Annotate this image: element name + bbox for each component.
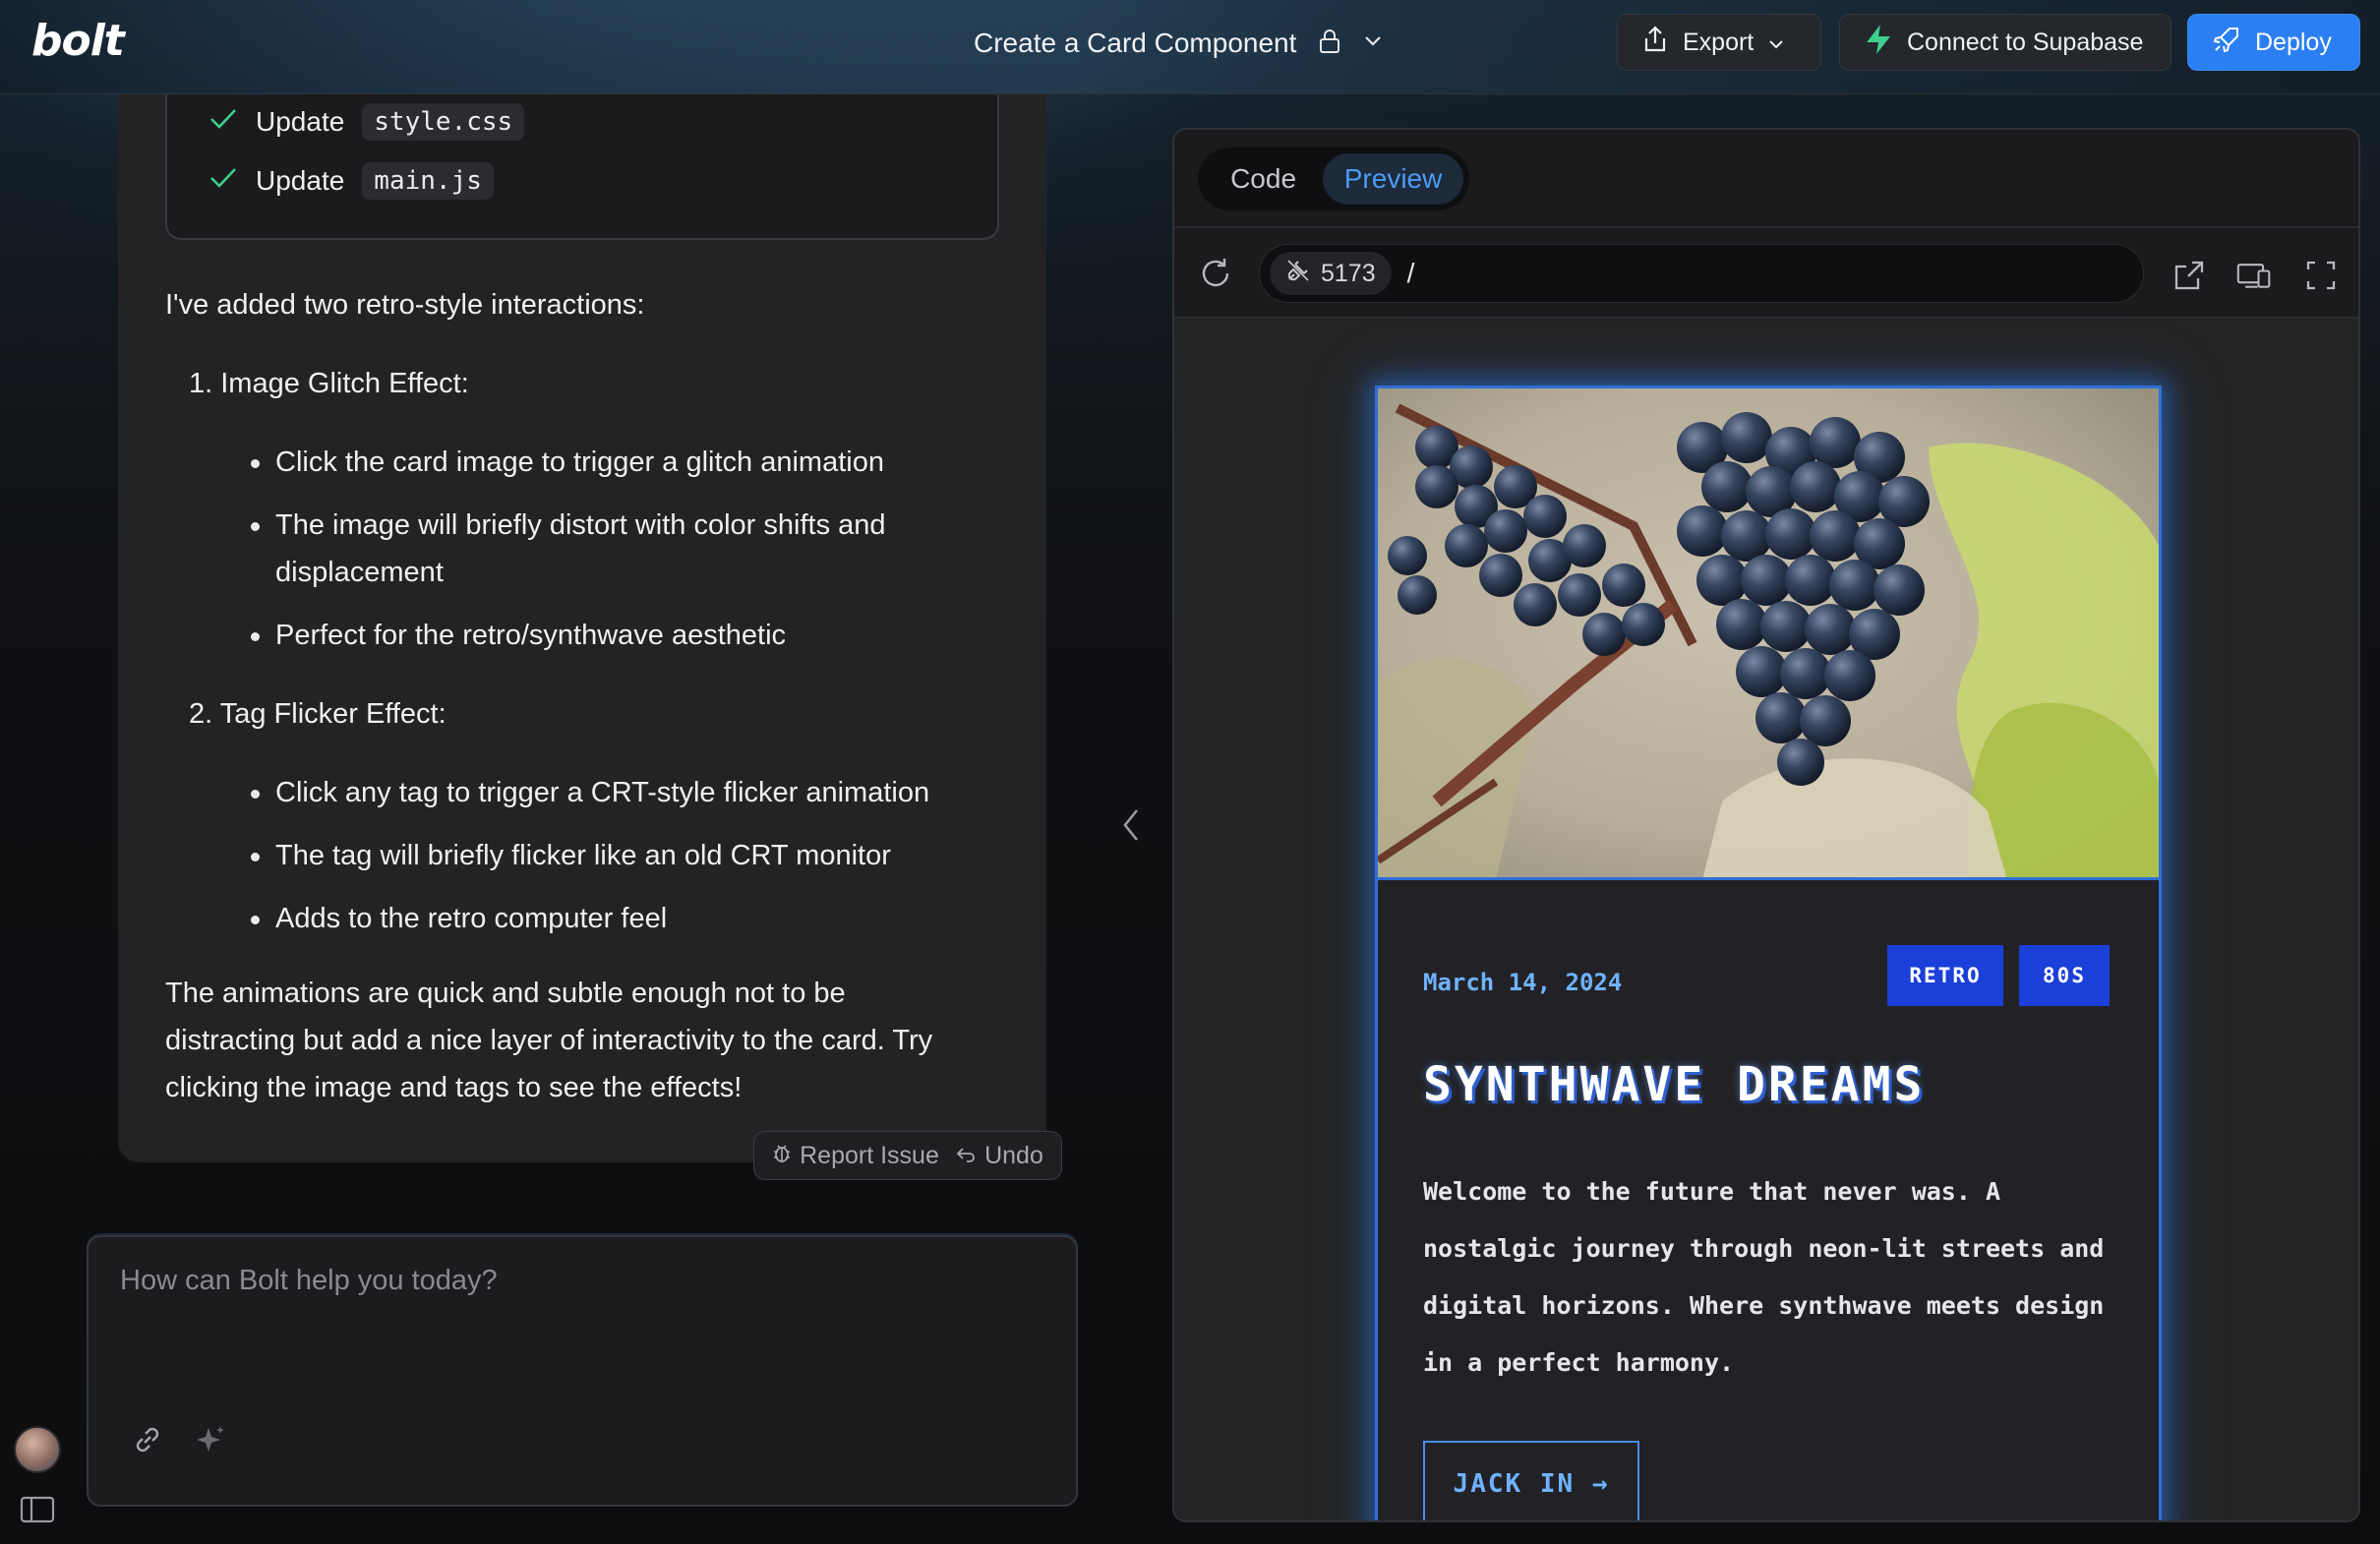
grape-photo [1378,388,2159,877]
supabase-label: Connect to Supabase [1907,28,2144,56]
report-issue-label: Report Issue [800,1141,939,1169]
prompt-box [87,1235,1078,1507]
list-item: Adds to the retro computer feel [251,895,1023,942]
message-closing: The animations are quick and subtle enou… [165,978,933,1103]
workbench-panel: Code Preview 5173 / March 14, 2024 RETRO… [1172,128,2360,1522]
fullscreen-icon[interactable] [2303,258,2339,293]
share-icon [1641,25,1669,61]
undo-icon [955,1142,977,1170]
chevron-down-icon [1767,29,1785,57]
export-button[interactable]: Export [1617,14,1821,71]
preview-toolbar: 5173 / [1174,228,2358,319]
url-path[interactable]: / [1407,258,1415,289]
view-switcher: Code Preview [1198,148,1469,210]
jack-in-button[interactable]: JACK IN → [1423,1441,1639,1520]
list-item: Click the card image to trigger a glitch… [251,439,1023,486]
chevron-down-icon[interactable] [1363,34,1383,53]
supabase-bolt-icon [1864,24,1893,62]
sparkle-enhance-icon[interactable] [191,1420,230,1459]
undo-label: Undo [984,1141,1043,1169]
section-heading: 2. Tag Flicker Effect: [189,698,446,730]
file-update-row: Update style.css [208,100,525,144]
bolt-logo[interactable]: bolt [31,16,125,66]
file-update-verb: Update [256,106,345,137]
bullet-list: Click any tag to trigger a CRT-style fli… [251,769,1023,942]
undo-button[interactable]: Undo [955,1142,1043,1170]
file-update-verb: Update [256,165,345,196]
list-item: The tag will briefly flicker like an old… [251,832,1023,879]
user-avatar[interactable] [14,1426,61,1473]
file-updates-box: Update style.css Update main.js [165,94,999,240]
assistant-message: Update style.css Update main.js I've add… [118,94,1046,1162]
project-title[interactable]: Create a Card Component [974,28,1296,59]
reload-icon[interactable] [1198,256,1233,291]
check-icon [208,165,238,198]
attach-link-icon[interactable] [128,1420,167,1459]
chevron-left-icon[interactable] [1117,804,1147,851]
rocket-icon [2212,25,2241,61]
port-selector[interactable]: 5173 [1270,252,1392,295]
tab-code[interactable]: Code [1204,153,1323,205]
workbench-tab-bar: Code Preview [1174,130,2358,228]
project-title-area[interactable]: Create a Card Component [974,24,1383,63]
file-update-row: Update main.js [208,159,494,203]
report-issue-button[interactable]: Report Issue [772,1142,939,1170]
tag-80s[interactable]: 80S [2019,945,2110,1006]
list-item: The image will briefly distort with colo… [251,502,964,596]
bug-icon [772,1142,792,1170]
tag-retro[interactable]: RETRO [1887,945,2003,1006]
device-preview-icon[interactable] [2236,258,2272,293]
list-item: Perfect for the retro/synthwave aestheti… [251,612,1023,659]
prompt-input[interactable] [120,1265,1044,1363]
file-name: main.js [362,162,494,200]
sidebar-toggle-icon[interactable] [20,1495,55,1529]
message-actions: Report Issue Undo [753,1131,1062,1180]
bullet-list: Click the card image to trigger a glitch… [251,439,1023,659]
external-link-icon[interactable] [2172,258,2207,293]
retro-card: March 14, 2024 RETRO 80S SYNTHWAVE DREAM… [1375,386,2162,1520]
card-image[interactable] [1378,388,2159,880]
card-date: March 14, 2024 [1423,969,1623,996]
card-title: SYNTHWAVE DREAMS [1423,1057,1926,1112]
deploy-label: Deploy [2255,28,2332,56]
connect-supabase-button[interactable]: Connect to Supabase [1839,14,2172,71]
section-heading: 1. Image Glitch Effect: [189,368,469,399]
export-label: Export [1683,28,1755,56]
top-header: bolt Create a Card Component Export Conn… [0,0,2380,94]
card-description: Welcome to the future that never was. A … [1423,1177,2105,1377]
tab-preview[interactable]: Preview [1323,153,1463,205]
file-name: style.css [362,103,525,141]
address-bar[interactable]: 5173 / [1259,244,2144,303]
plug-icon [1285,258,1311,290]
message-intro: I've added two retro-style interactions: [165,289,645,321]
list-item: Click any tag to trigger a CRT-style fli… [251,769,1023,816]
lock-icon[interactable] [1318,29,1341,59]
preview-viewport: March 14, 2024 RETRO 80S SYNTHWAVE DREAM… [1174,319,2358,1520]
port-number: 5173 [1321,259,1376,287]
deploy-button[interactable]: Deploy [2187,14,2360,71]
check-icon [208,106,238,139]
